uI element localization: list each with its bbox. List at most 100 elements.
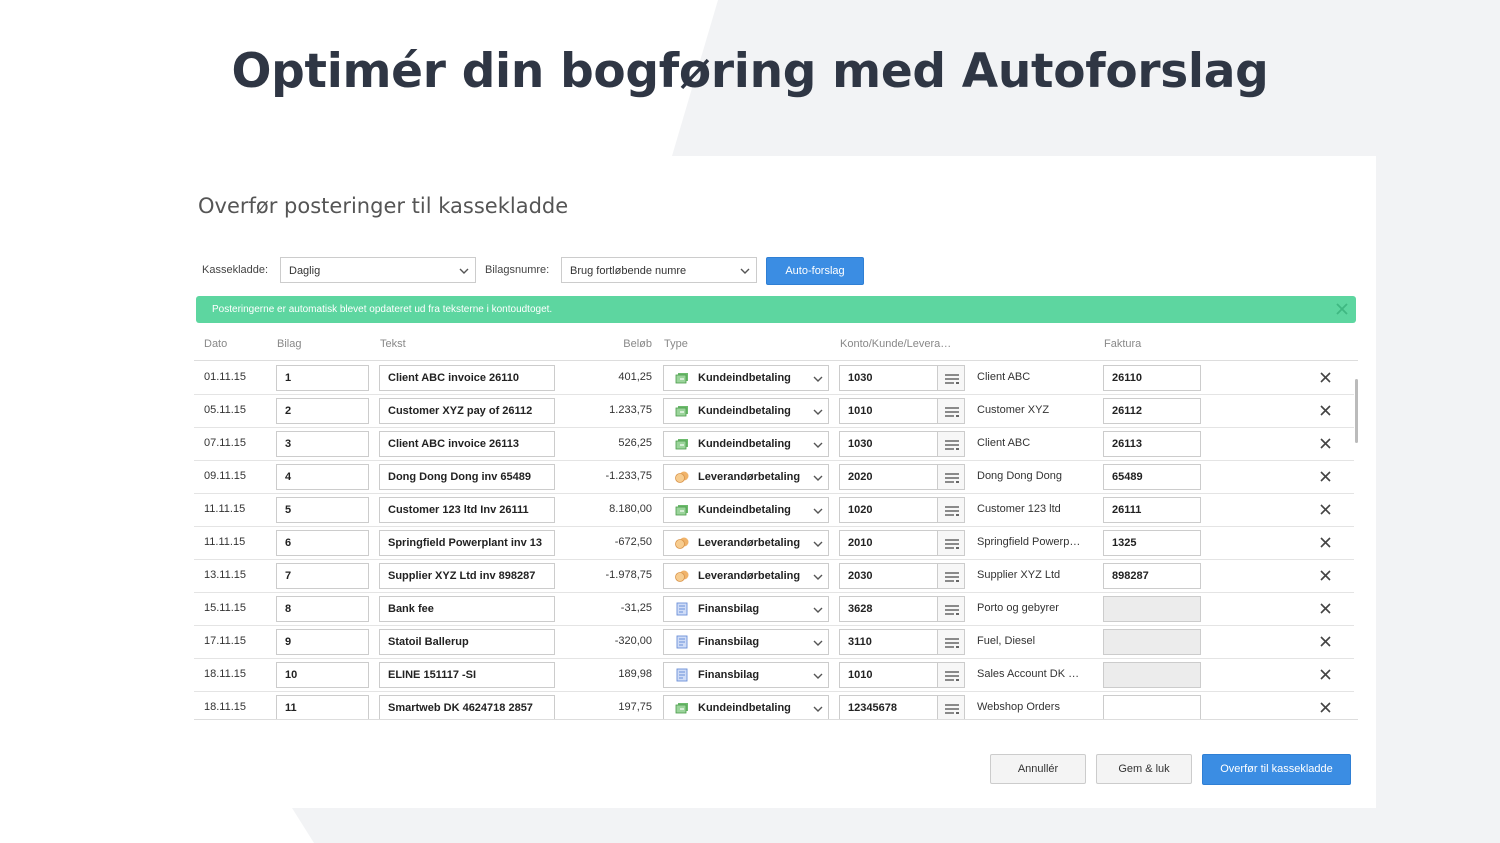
account-lookup-button[interactable] (937, 431, 965, 457)
type-value: Finansbilag (698, 669, 760, 681)
row-account-name: Webshop Orders (977, 701, 1060, 713)
row-amount: -31,25 (620, 602, 652, 614)
faktura-input[interactable]: 26111 (1103, 497, 1201, 523)
bilag-input[interactable]: 2 (276, 398, 369, 424)
table-row: 13.11.15 7 Supplier XYZ Ltd inv 898287 -1.9… (194, 559, 1354, 593)
bilag-input[interactable]: 3 (276, 431, 369, 457)
type-select[interactable]: Kundeindbetaling (663, 497, 829, 523)
account-lookup-button[interactable] (937, 464, 965, 490)
faktura-input[interactable] (1103, 695, 1201, 719)
type-select[interactable]: Kundeindbetaling (663, 695, 829, 719)
tekst-input[interactable]: Springfield Powerplant inv 13 (379, 530, 555, 556)
konto-input[interactable]: 3628 (839, 596, 938, 622)
tekst-input[interactable]: Client ABC invoice 26113 (379, 431, 555, 457)
account-lookup-button[interactable] (937, 695, 965, 719)
transfer-button[interactable]: Overfør til kassekladde (1202, 754, 1351, 785)
type-select[interactable]: Kundeindbetaling (663, 431, 829, 457)
bilag-input[interactable]: 8 (276, 596, 369, 622)
konto-input[interactable]: 2020 (839, 464, 938, 490)
bilag-input[interactable]: 5 (276, 497, 369, 523)
close-icon[interactable] (1320, 537, 1331, 548)
tekst-input[interactable]: Statoil Ballerup (379, 629, 555, 655)
account-lookup-button[interactable] (937, 497, 965, 523)
faktura-input[interactable]: 1325 (1103, 530, 1201, 556)
faktura-input[interactable] (1103, 596, 1201, 622)
bilag-input[interactable]: 10 (276, 662, 369, 688)
save-close-button[interactable]: Gem & luk (1096, 754, 1192, 784)
chevron-down-icon (813, 376, 823, 382)
type-value: Kundeindbetaling (698, 405, 791, 417)
bilag-input[interactable]: 9 (276, 629, 369, 655)
row-amount: -1.233,75 (605, 470, 652, 482)
account-lookup-button[interactable] (937, 365, 965, 391)
close-icon[interactable] (1320, 438, 1331, 449)
type-select[interactable]: Finansbilag (663, 662, 829, 688)
close-icon[interactable] (1334, 301, 1350, 317)
account-lookup-button[interactable] (937, 530, 965, 556)
tekst-input[interactable]: Bank fee (379, 596, 555, 622)
close-icon[interactable] (1320, 405, 1331, 416)
success-alert: Posteringerne er automatisk blevet opdat… (196, 296, 1356, 323)
tekst-input[interactable]: Customer 123 ltd Inv 26111 (379, 497, 555, 523)
konto-input[interactable]: 1020 (839, 497, 938, 523)
supplier-payment-icon (675, 471, 689, 483)
konto-input[interactable]: 1010 (839, 662, 938, 688)
scrollbar[interactable] (1355, 379, 1358, 443)
bilag-input[interactable]: 1 (276, 365, 369, 391)
kassekladde-select[interactable]: Daglig (280, 257, 476, 283)
tekst-input[interactable]: ELINE 151117 -SI (379, 662, 555, 688)
faktura-input[interactable]: 898287 (1103, 563, 1201, 589)
faktura-input[interactable] (1103, 662, 1201, 688)
type-select[interactable]: Leverandørbetaling (663, 464, 829, 490)
type-value: Leverandørbetaling (698, 471, 801, 483)
bilag-input[interactable]: 6 (276, 530, 369, 556)
faktura-input[interactable]: 26113 (1103, 431, 1201, 457)
faktura-input[interactable]: 26110 (1103, 365, 1201, 391)
type-value: Finansbilag (698, 603, 760, 615)
account-lookup-button[interactable] (937, 629, 965, 655)
konto-input[interactable]: 1030 (839, 365, 938, 391)
close-icon[interactable] (1320, 669, 1331, 680)
konto-input[interactable]: 12345678 (839, 695, 938, 719)
close-icon[interactable] (1320, 504, 1331, 515)
close-icon[interactable] (1320, 570, 1331, 581)
close-icon[interactable] (1320, 702, 1331, 713)
account-lookup-button[interactable] (937, 596, 965, 622)
konto-input[interactable]: 1030 (839, 431, 938, 457)
faktura-input[interactable] (1103, 629, 1201, 655)
close-icon[interactable] (1320, 471, 1331, 482)
konto-input[interactable]: 1010 (839, 398, 938, 424)
type-select[interactable]: Leverandørbetaling (663, 563, 829, 589)
faktura-input[interactable]: 65489 (1103, 464, 1201, 490)
konto-input[interactable]: 3110 (839, 629, 938, 655)
postings-table: 01.11.15 1 Client ABC invoice 26110 401,25 K… (194, 360, 1358, 720)
type-value: Leverandørbetaling (698, 570, 801, 582)
konto-input[interactable]: 2030 (839, 563, 938, 589)
tekst-input[interactable]: Smartweb DK 4624718 2857 (379, 695, 555, 719)
bilag-input[interactable]: 11 (276, 695, 369, 719)
cancel-button[interactable]: Annullér (990, 754, 1086, 784)
close-icon[interactable] (1320, 636, 1331, 647)
account-lookup-button[interactable] (937, 662, 965, 688)
bilag-input[interactable]: 7 (276, 563, 369, 589)
tekst-input[interactable]: Dong Dong Dong inv 65489 (379, 464, 555, 490)
close-icon[interactable] (1320, 372, 1331, 383)
type-select[interactable]: Kundeindbetaling (663, 398, 829, 424)
list-icon (945, 506, 959, 516)
auto-forslag-button[interactable]: Auto-forslag (766, 257, 864, 285)
type-select[interactable]: Leverandørbetaling (663, 530, 829, 556)
close-icon[interactable] (1320, 603, 1331, 614)
bilag-input[interactable]: 4 (276, 464, 369, 490)
tekst-input[interactable]: Supplier XYZ Ltd inv 898287 (379, 563, 555, 589)
tekst-input[interactable]: Client ABC invoice 26110 (379, 365, 555, 391)
type-select[interactable]: Finansbilag (663, 596, 829, 622)
type-select[interactable]: Kundeindbetaling (663, 365, 829, 391)
faktura-input[interactable]: 26112 (1103, 398, 1201, 424)
account-lookup-button[interactable] (937, 563, 965, 589)
konto-input[interactable]: 2010 (839, 530, 938, 556)
type-select[interactable]: Finansbilag (663, 629, 829, 655)
row-date: 18.11.15 (204, 701, 247, 713)
bilagsnumre-select[interactable]: Brug fortløbende numre (561, 257, 757, 283)
account-lookup-button[interactable] (937, 398, 965, 424)
tekst-input[interactable]: Customer XYZ pay of 26112 (379, 398, 555, 424)
